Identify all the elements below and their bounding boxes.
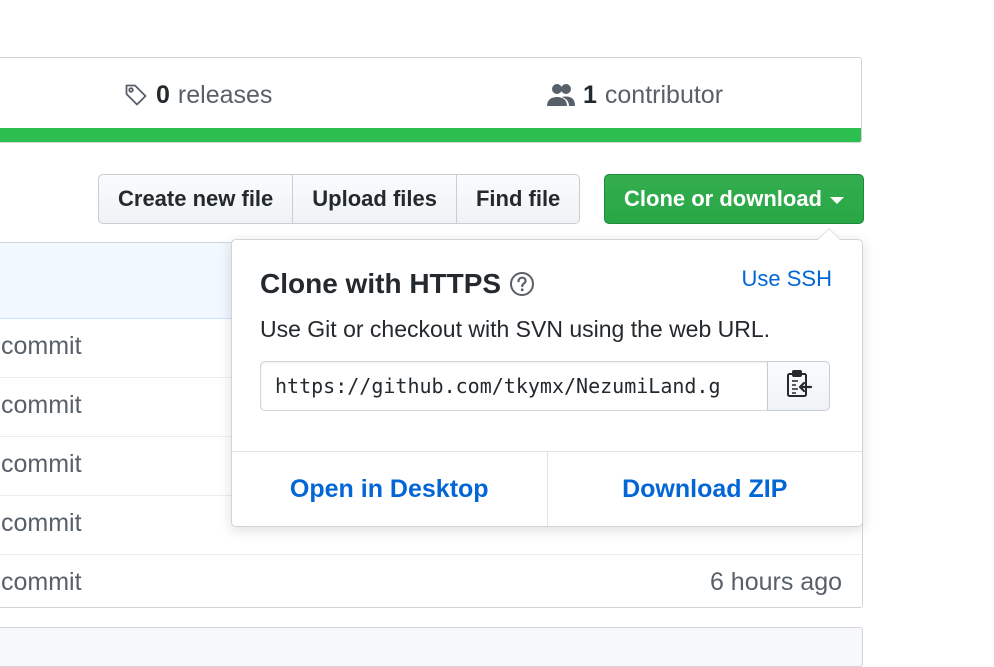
contributors-label: contributor [604, 80, 724, 109]
use-ssh-link[interactable]: Use SSH [742, 266, 832, 292]
create-new-file-button[interactable]: Create new file [98, 174, 294, 224]
tag-icon [124, 83, 148, 107]
clone-url-group [260, 361, 830, 411]
readme-box [0, 627, 863, 667]
releases-link[interactable]: 0 releases [124, 78, 272, 112]
commit-message-link[interactable]: commit [1, 568, 82, 597]
question-icon[interactable] [509, 271, 535, 297]
commit-message-link[interactable]: commit [1, 450, 82, 479]
commit-age: 6 hours ago [709, 568, 842, 596]
clone-button-label: Clone or download [624, 186, 822, 211]
language-bar[interactable] [0, 128, 861, 142]
clone-dropdown: Clone with HTTPS Use SSH Use Git or chec… [231, 228, 863, 527]
releases-label: releases [177, 80, 273, 109]
caret-down-icon [830, 197, 844, 204]
clipboard-icon [785, 369, 813, 404]
repo-summary: 0 releases 1 contributor [0, 57, 862, 143]
releases-count: 0 [156, 80, 170, 109]
file-actions: Create new file Upload files Find file [98, 174, 581, 224]
download-zip-link[interactable]: Download ZIP [546, 452, 863, 526]
open-in-desktop-link[interactable]: Open in Desktop [232, 452, 547, 526]
clone-url-input[interactable] [260, 361, 768, 411]
copy-url-button[interactable] [767, 361, 830, 411]
contributors-count: 1 [583, 80, 597, 109]
commit-message-link[interactable]: commit [1, 332, 82, 361]
dropdown-arrow [817, 228, 841, 240]
upload-files-button[interactable]: Upload files [292, 174, 457, 224]
clone-actions: Open in Desktop Download ZIP [232, 451, 862, 526]
clone-description: Use Git or checkout with SVN using the w… [260, 316, 771, 342]
people-icon [547, 83, 575, 107]
clone-title-text: Clone with HTTPS [260, 268, 502, 299]
find-file-button[interactable]: Find file [455, 174, 581, 224]
table-row: commit 6 hours ago [0, 555, 862, 613]
clone-or-download-button[interactable]: Clone or download [604, 174, 864, 224]
commit-message-link[interactable]: commit [1, 509, 82, 538]
clone-title: Clone with HTTPS [260, 268, 535, 300]
commit-message-link[interactable]: commit [1, 391, 82, 420]
contributors-link[interactable]: 1 contributor [547, 78, 723, 112]
